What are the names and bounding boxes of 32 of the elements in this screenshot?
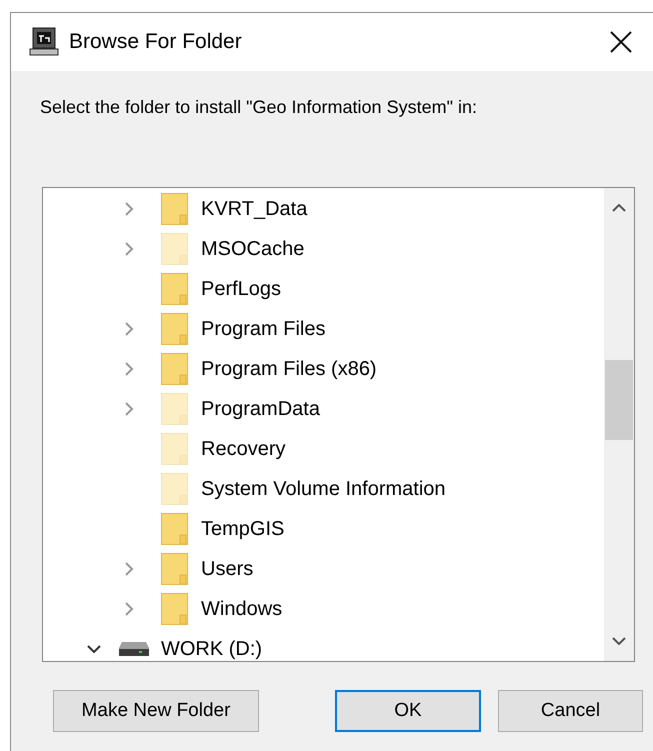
tree-item[interactable]: PerfLogs [201,278,282,300]
tree-item[interactable]: Windows [201,598,282,620]
tree-item[interactable]: Recovery [201,438,286,460]
scrollbar[interactable] [604,188,634,661]
ok-button[interactable]: OK [335,690,481,732]
chevron-right-icon[interactable] [125,322,134,336]
tree-item[interactable]: TempGIS [201,518,284,540]
chevron-right-icon[interactable] [125,562,134,576]
chevron-right-icon[interactable] [125,402,134,416]
tree-item[interactable]: Program Files (x86) [201,358,377,380]
computer-icon [29,27,59,57]
tree-item[interactable]: MSOCache [201,238,304,260]
tree-item[interactable]: ProgramData [201,398,320,420]
prompt-text: Select the folder to install "Geo Information System" in: [39,96,478,119]
tree-item[interactable]: Program Files [201,318,326,340]
scroll-down-icon[interactable] [612,637,626,645]
new-folder-button[interactable]: Make New Folder [53,690,259,732]
tree-item[interactable]: Users [201,558,254,580]
window-title: Browse For Folder [69,30,243,54]
cancel-button[interactable]: Cancel [498,690,643,732]
close-icon [610,31,632,53]
chevron-right-icon[interactable] [125,602,134,616]
chevron-down-icon[interactable] [87,644,101,654]
tree-item[interactable]: KVRT_Data [201,198,308,220]
scroll-up-icon[interactable] [612,204,626,212]
tree-item[interactable]: System Volume Information [201,478,446,500]
chevron-right-icon[interactable] [125,202,134,216]
drive-icon [119,642,149,656]
scrollbar-thumb[interactable] [605,360,633,440]
tree-item[interactable]: WORK (D:) [161,638,262,660]
chevron-right-icon[interactable] [125,362,134,376]
chevron-right-icon[interactable] [125,242,134,256]
